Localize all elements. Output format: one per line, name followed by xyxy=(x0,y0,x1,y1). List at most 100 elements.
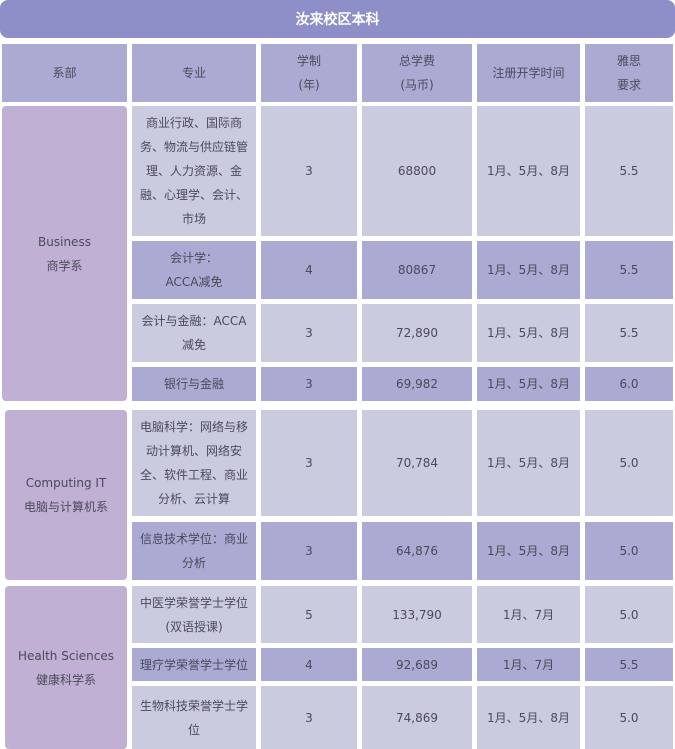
row-6-fee-cell: 64,876 xyxy=(362,522,472,580)
duration-value: 3 xyxy=(305,544,313,558)
row-7-ielts-cell: 5.0 xyxy=(585,586,673,643)
row-8-ielts-cell: 5.5 xyxy=(585,648,673,681)
row-8-fee-cell: 92,689 xyxy=(362,648,472,681)
department-health-sciences: Health Sciences 健康科学系 xyxy=(5,586,127,749)
row-3-fee-cell: 72,890 xyxy=(362,304,472,362)
duration-value: 3 xyxy=(305,164,313,178)
major-line: ACCA减免 xyxy=(165,275,223,289)
major-line: 电脑科学：网络与移 xyxy=(139,420,248,434)
fee-value: 70,784 xyxy=(396,456,438,470)
row-9-duration-cell: 3 xyxy=(261,686,357,749)
ielts-value: 5.5 xyxy=(619,263,639,277)
row-8-duration-cell: 4 xyxy=(261,648,357,681)
fee-value: 72,890 xyxy=(396,326,438,340)
fee-value: 68800 xyxy=(397,164,437,178)
duration-value: 4 xyxy=(305,657,313,672)
ielts-value: 5.0 xyxy=(619,456,639,470)
row-9-intake-cell: 1月、5月、8月 xyxy=(477,686,580,749)
row-4-intake-cell: 1月、5月、8月 xyxy=(477,367,580,401)
row-6-major-cell: 信息技术学位：商业 分析 xyxy=(132,522,256,580)
intake-value: 1月、7月 xyxy=(502,607,555,622)
major-line: 融、心理学、会计、 xyxy=(139,188,248,202)
ielts-value: 6.0 xyxy=(619,377,639,391)
intake-value: 1月、5月、8月 xyxy=(487,377,570,391)
row-2-major-cell: 会计学： ACCA减免 xyxy=(132,241,256,299)
row-2-fee-cell: 80867 xyxy=(362,241,472,299)
major-line: 会计学： xyxy=(169,251,218,265)
major-line: 信息技术学位：商业 xyxy=(139,532,248,546)
row-5-duration-cell: 3 xyxy=(261,410,357,516)
major-line: 中医学荣誉学士学位 xyxy=(139,595,248,610)
row-3-ielts-cell: 5.5 xyxy=(585,304,673,362)
major-line: 会计与金融：ACCA xyxy=(141,314,247,328)
ielts-value: 5.5 xyxy=(619,164,639,178)
ielts-value: 5.5 xyxy=(619,326,639,340)
row-2-intake-cell: 1月、5月、8月 xyxy=(477,241,580,299)
header-department: 系部 xyxy=(2,44,127,102)
row-7-intake-cell: 1月、7月 xyxy=(477,586,580,643)
major-line: 动计算机、网络安 xyxy=(145,444,242,458)
department-business: Business 商学系 xyxy=(2,106,127,401)
fee-value: 133,790 xyxy=(392,607,442,622)
fee-value: 64,876 xyxy=(396,544,438,558)
row-6-duration-cell: 3 xyxy=(261,522,357,580)
major-line: 理疗学荣誉学士学位 xyxy=(139,657,248,672)
duration-value: 3 xyxy=(305,377,313,391)
major-line: (双语授课) xyxy=(165,619,223,634)
row-3-duration-cell: 3 xyxy=(261,304,357,362)
intake-value: 1月、5月、8月 xyxy=(487,710,570,725)
fee-value: 69,982 xyxy=(396,377,438,391)
header-fee: 总学费 (马币) xyxy=(362,44,472,102)
major-line: 生物科技荣誉学士学 xyxy=(139,698,248,713)
row-2-ielts-cell: 5.5 xyxy=(585,241,673,299)
row-1-duration-cell: 3 xyxy=(261,106,357,236)
intake-value: 1月、5月、8月 xyxy=(487,326,570,340)
row-5-fee-cell: 70,784 xyxy=(362,410,472,516)
intake-value: 1月、7月 xyxy=(502,657,555,672)
row-6-ielts-cell: 5.0 xyxy=(585,522,673,580)
intake-value: 1月、5月、8月 xyxy=(487,263,570,277)
table-title: 汝来校区本科 xyxy=(0,0,675,38)
fee-value: 92,689 xyxy=(396,657,438,672)
row-9-major-cell: 生物科技荣誉学士学位 xyxy=(132,686,256,749)
major-line: 务、物流与供应链管 xyxy=(139,140,248,154)
major-line: 市场 xyxy=(181,212,206,226)
row-4-ielts-cell: 6.0 xyxy=(585,367,673,401)
ielts-value: 5.0 xyxy=(619,607,639,622)
row-9-ielts-cell: 5.0 xyxy=(585,686,673,749)
row-1-ielts-cell: 5.5 xyxy=(585,106,673,236)
duration-value: 5 xyxy=(305,607,313,622)
duration-value: 3 xyxy=(305,326,313,340)
header-ielts: 雅思 要求 xyxy=(585,44,673,102)
row-7-major-cell: 中医学荣誉学士学位 (双语授课) xyxy=(132,586,256,643)
major-line: 理、人力资源、金 xyxy=(145,164,242,178)
row-5-major-cell: 电脑科学：网络与移 动计算机、网络安 全、软件工程、商业 分析、云计算 xyxy=(132,410,256,516)
major-line: 分析、云计算 xyxy=(157,492,230,506)
major-line: 全、软件工程、商业 xyxy=(139,468,248,482)
row-8-intake-cell: 1月、7月 xyxy=(477,648,580,681)
row-6-intake-cell: 1月、5月、8月 xyxy=(477,522,580,580)
fee-value: 74,869 xyxy=(396,710,438,725)
row-4-duration-cell: 3 xyxy=(261,367,357,401)
row-3-major-cell: 会计与金融：ACCA 减免 xyxy=(132,304,256,362)
header-duration: 学制 (年) xyxy=(261,44,357,102)
row-2-duration-cell: 4 xyxy=(261,241,357,299)
department-computing-it: Computing IT 电脑与计算机系 xyxy=(5,410,127,580)
major-line: 商业行政、国际商 xyxy=(145,116,242,130)
duration-value: 3 xyxy=(305,456,313,470)
intake-value: 1月、5月、8月 xyxy=(487,544,570,558)
row-5-intake-cell: 1月、5月、8月 xyxy=(477,410,580,516)
row-4-major-cell: 银行与金融 xyxy=(132,367,256,401)
header-intake: 注册开学时间 xyxy=(477,44,580,102)
header-major: 专业 xyxy=(132,44,256,102)
row-4-fee-cell: 69,982 xyxy=(362,367,472,401)
major-line: 分析 xyxy=(181,556,206,570)
row-7-duration-cell: 5 xyxy=(261,586,357,643)
row-7-fee-cell: 133,790 xyxy=(362,586,472,643)
row-8-major-cell: 理疗学荣誉学士学位 xyxy=(132,648,256,681)
major-line: 位 xyxy=(187,722,200,737)
major-line: 减免 xyxy=(181,338,206,352)
intake-value: 1月、5月、8月 xyxy=(487,164,570,178)
duration-value: 4 xyxy=(305,263,313,277)
ielts-value: 5.5 xyxy=(619,657,639,672)
